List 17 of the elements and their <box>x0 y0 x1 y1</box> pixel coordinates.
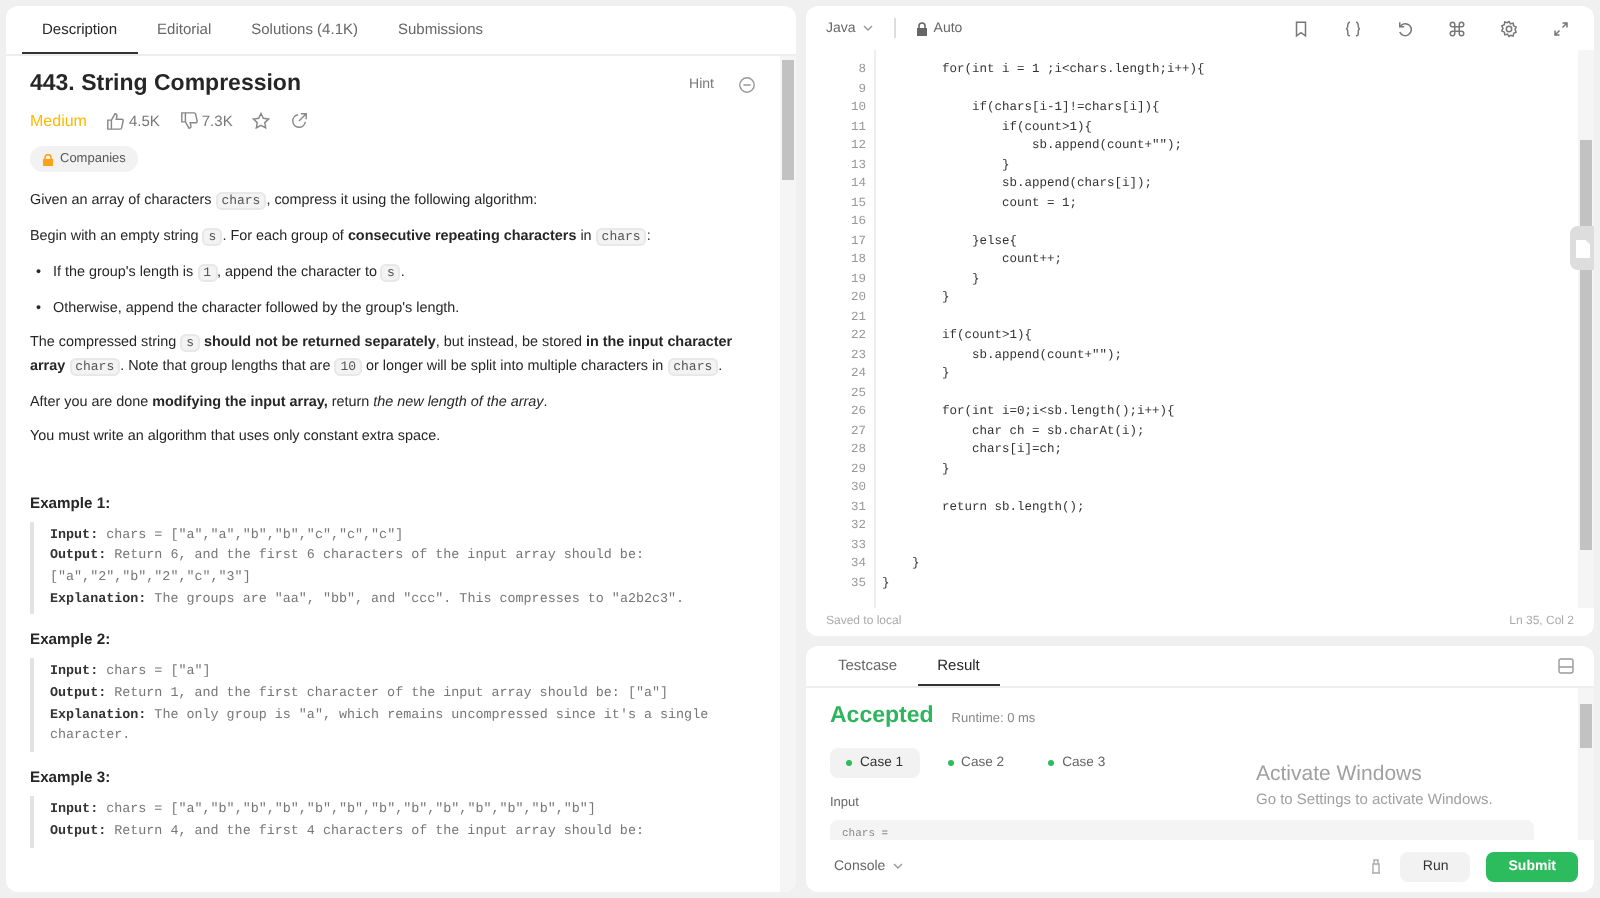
scrollbar[interactable] <box>1578 50 1594 608</box>
problem-title: 443. String Compression <box>30 72 303 96</box>
lock-icon <box>42 153 54 165</box>
scrollbar[interactable] <box>780 56 796 892</box>
thumbs-down-icon[interactable] <box>179 112 198 130</box>
caret-icon <box>861 22 874 34</box>
difficulty-label: Medium <box>30 112 87 130</box>
info-icon[interactable] <box>738 75 756 93</box>
share-icon[interactable] <box>290 112 309 130</box>
activation-notice-title: Activate Windows <box>1256 762 1424 786</box>
thumbs-up-icon[interactable] <box>106 112 125 130</box>
scrollbar[interactable] <box>1578 688 1594 840</box>
result-status: Accepted <box>830 704 934 728</box>
star-icon[interactable] <box>252 112 271 130</box>
lock-icon <box>915 21 928 35</box>
panel-layout-icon[interactable] <box>1558 658 1574 674</box>
caret-icon <box>891 860 904 872</box>
